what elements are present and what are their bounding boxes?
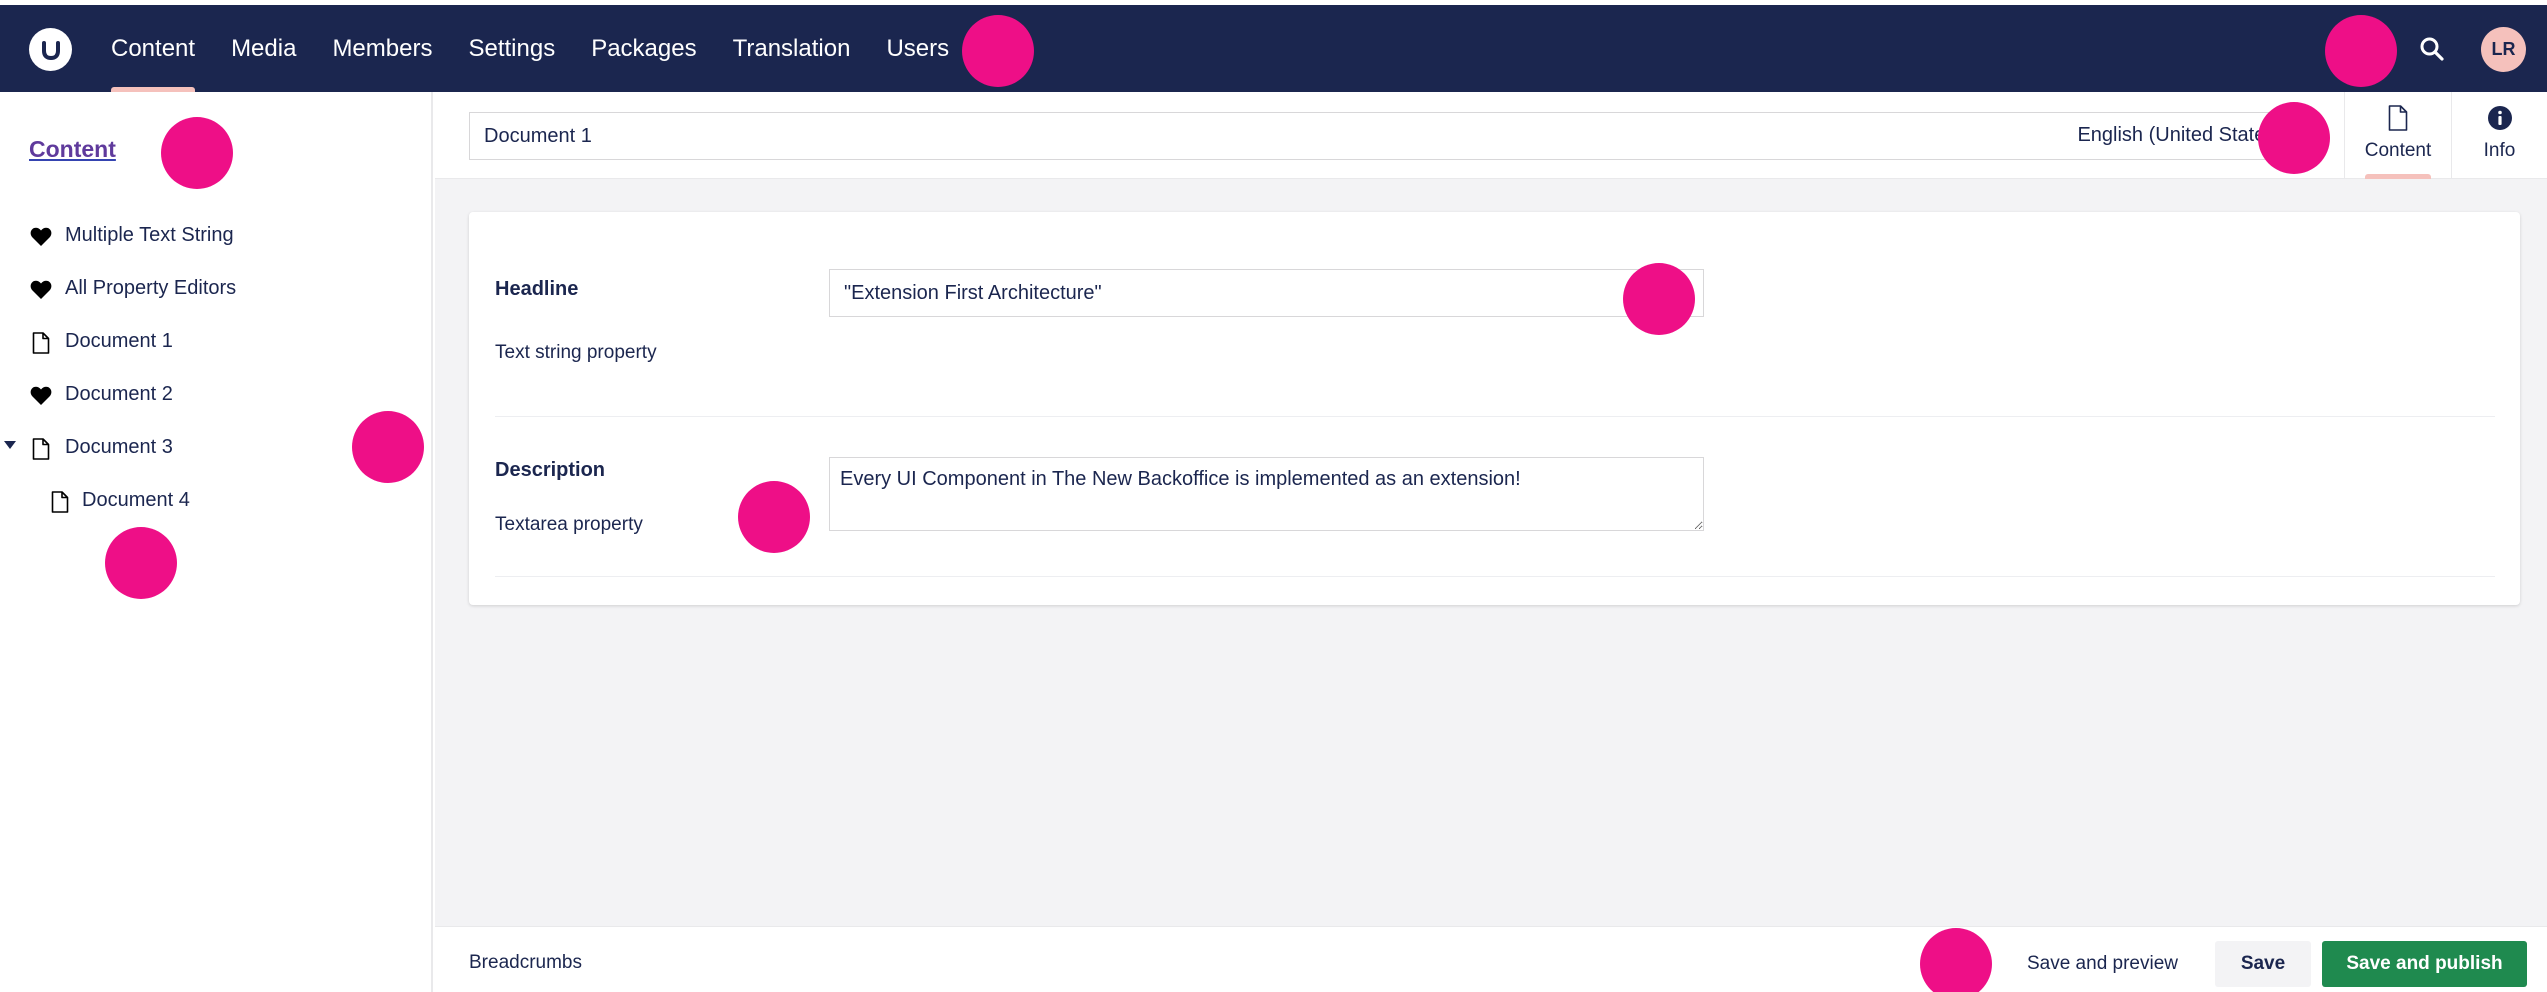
sidebar-title[interactable]: Content bbox=[29, 136, 116, 163]
document-header: English (United States) Content Info bbox=[435, 92, 2547, 179]
document-name-field: English (United States) bbox=[469, 112, 2291, 160]
tree-item-label: Document 1 bbox=[65, 330, 173, 352]
document-icon bbox=[29, 331, 53, 355]
tab-label: Info bbox=[2483, 140, 2516, 161]
tab-info[interactable]: Info bbox=[2451, 92, 2547, 179]
tree-item-label: Multiple Text String bbox=[65, 224, 234, 246]
tab-label: Content bbox=[2364, 140, 2432, 161]
save-button[interactable]: Save bbox=[2215, 941, 2311, 987]
headline-input[interactable] bbox=[829, 269, 1704, 317]
tree-item-document-4[interactable]: Document 4 bbox=[0, 475, 433, 528]
property-label: Headline bbox=[495, 278, 579, 300]
caret-down-icon[interactable] bbox=[4, 441, 16, 449]
nav-item-translation[interactable]: Translation bbox=[715, 5, 869, 92]
nav-item-content[interactable]: Content bbox=[93, 5, 213, 92]
annotation-marker bbox=[2258, 102, 2330, 174]
content-tree: Multiple Text String All Property Editor… bbox=[0, 210, 433, 528]
document-icon bbox=[29, 437, 53, 461]
nav-item-media[interactable]: Media bbox=[213, 5, 314, 92]
nav-item-settings[interactable]: Settings bbox=[450, 5, 573, 92]
breadcrumb: Breadcrumbs bbox=[469, 952, 582, 973]
annotation-marker bbox=[105, 527, 177, 599]
property-description-text: Textarea property bbox=[495, 514, 643, 535]
annotation-marker bbox=[161, 117, 233, 189]
heart-icon bbox=[29, 384, 53, 408]
annotation-marker bbox=[962, 15, 1034, 87]
annotation-marker bbox=[1623, 263, 1695, 335]
tree-item-label: Document 4 bbox=[82, 489, 190, 511]
tree-item-label: Document 3 bbox=[65, 436, 173, 458]
tab-content[interactable]: Content bbox=[2344, 92, 2451, 179]
property-description: Text string property bbox=[495, 342, 657, 363]
tree-item-document-1[interactable]: Document 1 bbox=[0, 316, 433, 369]
nav-item-packages[interactable]: Packages bbox=[573, 5, 714, 92]
sidebar: Content Multiple Text String All Propert… bbox=[0, 92, 433, 992]
save-and-preview-button[interactable]: Save and preview bbox=[2010, 941, 2195, 987]
property-label: Description bbox=[495, 459, 606, 481]
tree-item-label: All Property Editors bbox=[65, 277, 237, 299]
sidebar-title-label[interactable]: Content bbox=[29, 136, 116, 162]
document-icon bbox=[48, 490, 72, 514]
search-icon[interactable] bbox=[2412, 29, 2452, 69]
annotation-marker bbox=[1920, 928, 1992, 992]
annotation-marker bbox=[2325, 15, 2397, 87]
save-and-publish-button[interactable]: Save and publish bbox=[2322, 941, 2527, 987]
culture-selector[interactable]: English (United States) bbox=[2077, 124, 2282, 147]
info-icon bbox=[2487, 102, 2513, 134]
heart-icon bbox=[29, 225, 53, 249]
document-name-input[interactable] bbox=[470, 113, 2170, 159]
editor-view-tabs: Content Info bbox=[2344, 92, 2547, 179]
umbraco-logo-icon[interactable] bbox=[29, 28, 72, 71]
main-nav: Content Media Members Settings Packages … bbox=[93, 5, 967, 92]
tree-item-document-2[interactable]: Document 2 bbox=[0, 369, 433, 422]
user-avatar[interactable]: LR bbox=[2481, 27, 2526, 72]
top-header: Content Media Members Settings Packages … bbox=[0, 5, 2547, 92]
tree-item-all-property-editors[interactable]: All Property Editors bbox=[0, 263, 433, 316]
heart-icon bbox=[29, 278, 53, 302]
annotation-marker bbox=[738, 481, 810, 553]
tree-item-multiple-text-string[interactable]: Multiple Text String bbox=[0, 210, 433, 263]
description-textarea[interactable]: Every UI Component in The New Backoffice… bbox=[829, 457, 1704, 531]
document-icon bbox=[2388, 102, 2408, 134]
nav-item-members[interactable]: Members bbox=[314, 5, 450, 92]
tree-item-label: Document 2 bbox=[65, 383, 173, 405]
nav-item-users[interactable]: Users bbox=[868, 5, 967, 92]
editor-footer: Breadcrumbs Save and preview Save Save a… bbox=[435, 926, 2547, 992]
property-headline: Headline Text string property bbox=[495, 212, 2495, 417]
annotation-marker bbox=[352, 411, 424, 483]
